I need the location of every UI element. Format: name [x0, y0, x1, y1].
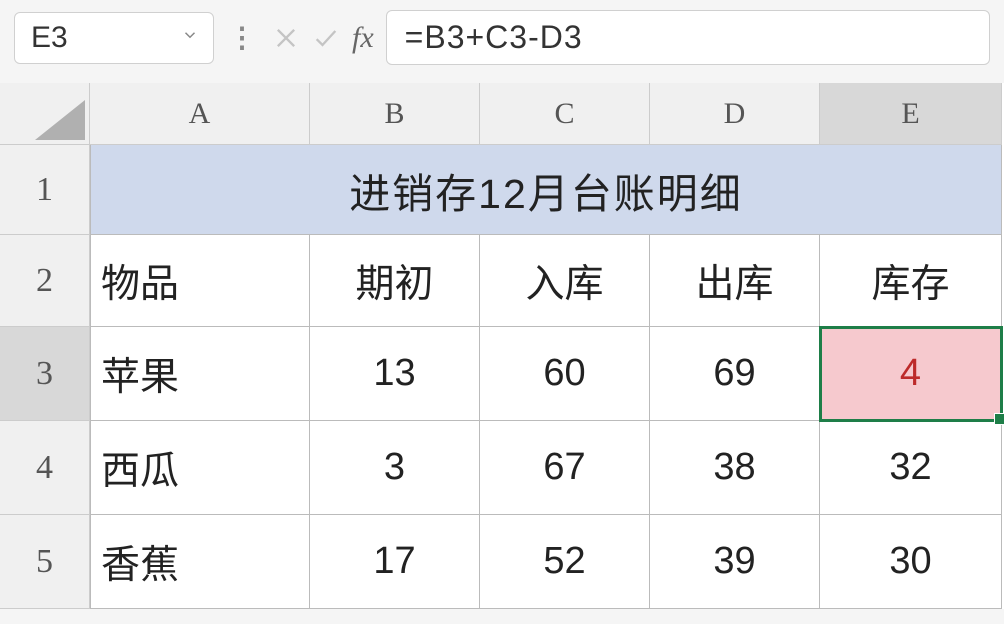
cell-D4[interactable]: 38	[650, 421, 820, 515]
col-header-C[interactable]: C	[480, 83, 650, 145]
cell-E5[interactable]: 30	[820, 515, 1002, 609]
chevron-down-icon[interactable]	[181, 26, 199, 49]
fx-icon[interactable]: fx	[352, 21, 374, 55]
header-in[interactable]: 入库	[480, 235, 650, 327]
cell-A3[interactable]: 苹果	[90, 327, 310, 421]
row-header-4[interactable]: 4	[0, 421, 90, 515]
row-header-2[interactable]: 2	[0, 235, 90, 327]
col-header-A[interactable]: A	[90, 83, 310, 145]
enter-icon[interactable]	[312, 24, 340, 52]
vertical-dots-icon[interactable]: ⋮	[224, 21, 260, 54]
row-header-3[interactable]: 3	[0, 327, 90, 421]
cell-D3[interactable]: 69	[650, 327, 820, 421]
header-stock[interactable]: 库存	[820, 235, 1002, 327]
cell-B5[interactable]: 17	[310, 515, 480, 609]
cell-B4[interactable]: 3	[310, 421, 480, 515]
spreadsheet-grid: A B C D E 1 进销存12月台账明细 2 物品 期初 入库 出库 库存 …	[0, 83, 1004, 609]
formula-bar: E3 ⋮ fx =B3+C3-D3	[0, 0, 1004, 75]
row-header-1[interactable]: 1	[0, 145, 90, 235]
header-out[interactable]: 出库	[650, 235, 820, 327]
col-header-D[interactable]: D	[650, 83, 820, 145]
col-header-E[interactable]: E	[820, 83, 1002, 145]
row-header-5[interactable]: 5	[0, 515, 90, 609]
header-item[interactable]: 物品	[90, 235, 310, 327]
title-cell[interactable]: 进销存12月台账明细	[90, 145, 1002, 235]
cell-D5[interactable]: 39	[650, 515, 820, 609]
cell-B3[interactable]: 13	[310, 327, 480, 421]
cell-E3[interactable]: 4	[820, 327, 1002, 421]
cell-C5[interactable]: 52	[480, 515, 650, 609]
formula-input[interactable]: =B3+C3-D3	[386, 10, 990, 65]
header-begin[interactable]: 期初	[310, 235, 480, 327]
name-box[interactable]: E3	[14, 12, 214, 64]
formula-bar-icons: fx	[270, 21, 376, 55]
cell-A5[interactable]: 香蕉	[90, 515, 310, 609]
cell-E4[interactable]: 32	[820, 421, 1002, 515]
cell-C3[interactable]: 60	[480, 327, 650, 421]
col-header-B[interactable]: B	[310, 83, 480, 145]
cell-A4[interactable]: 西瓜	[90, 421, 310, 515]
name-box-value: E3	[31, 21, 68, 55]
cancel-icon[interactable]	[272, 24, 300, 52]
select-all-triangle[interactable]	[0, 83, 90, 145]
cell-C4[interactable]: 67	[480, 421, 650, 515]
